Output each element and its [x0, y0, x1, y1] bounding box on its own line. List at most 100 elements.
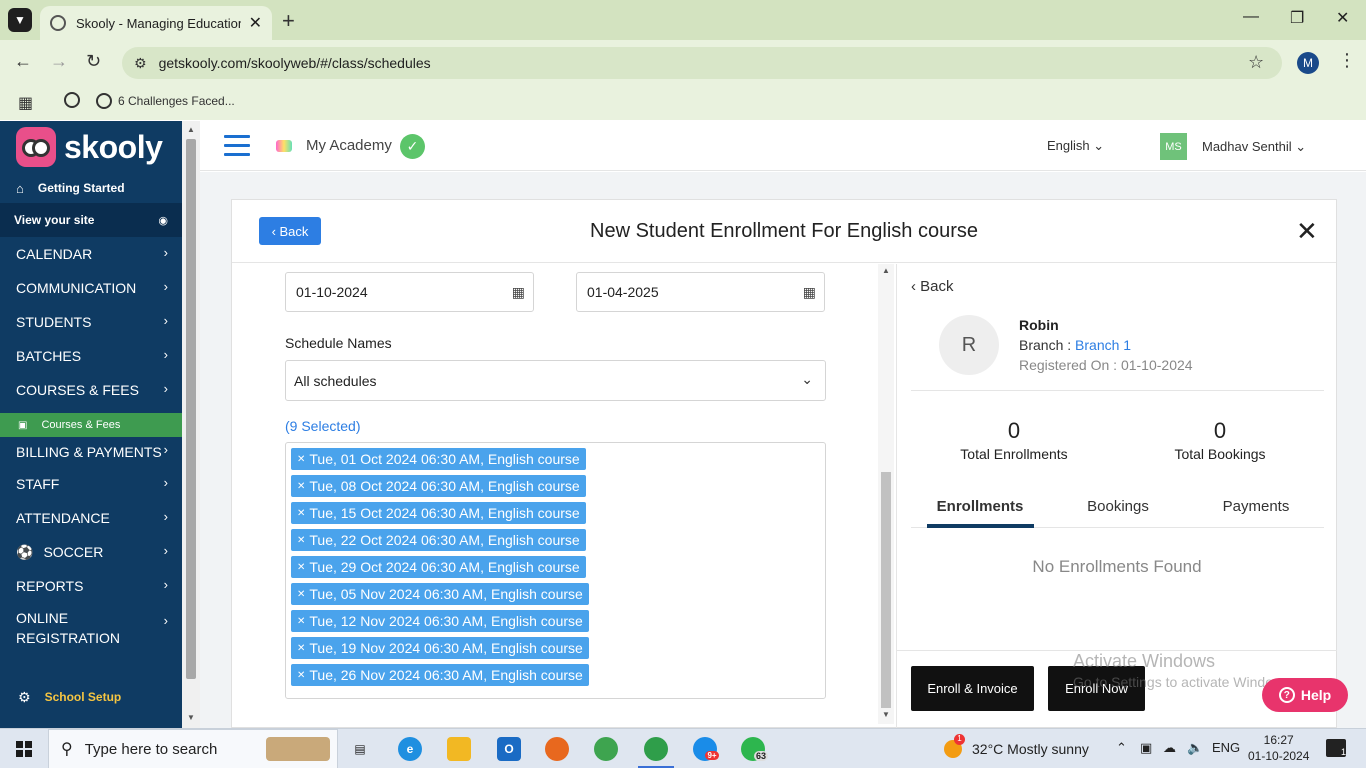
remove-chip-icon[interactable]: ✕	[297, 454, 305, 465]
chrome-icon[interactable]	[594, 737, 618, 761]
browser-tab[interactable]: Skooly - Managing Educational ✕	[40, 6, 272, 40]
apps-grid-icon[interactable]: ▦	[18, 93, 33, 113]
schedule-chip[interactable]: ✕ Tue, 29 Oct 2024 06:30 AM, English cour…	[291, 556, 586, 578]
remove-chip-icon[interactable]: ✕	[297, 481, 305, 492]
schedule-chip[interactable]: ✕ Tue, 08 Oct 2024 06:30 AM, English cour…	[291, 475, 586, 497]
skype-icon[interactable]: 9+	[693, 737, 719, 761]
close-window-icon[interactable]: ✕	[1336, 8, 1349, 28]
skooly-logo[interactable]: skooly	[0, 121, 182, 173]
minimize-icon[interactable]: —	[1243, 8, 1259, 26]
edge-icon[interactable]: e	[398, 737, 422, 761]
sidebar-item-view-site[interactable]: View your site ◉	[0, 203, 182, 237]
sidebar-subitem-courses-fees[interactable]: ▣ Courses & Fees	[0, 413, 182, 437]
chevron-up-icon[interactable]: ⌃	[1116, 740, 1127, 756]
help-button[interactable]: ? Help	[1262, 678, 1348, 712]
sidebar-item-getting-started[interactable]: ⌂ Getting Started	[0, 173, 182, 203]
volume-icon[interactable]: 🔈	[1187, 740, 1203, 756]
forward-arrow-icon[interactable]: →	[50, 51, 68, 72]
remove-chip-icon[interactable]: ✕	[297, 535, 305, 546]
schedule-chip[interactable]: ✕ Tue, 01 Oct 2024 06:30 AM, English cour…	[291, 448, 586, 470]
taskbar-clock[interactable]: 16:27 01-10-2024	[1248, 732, 1309, 764]
scrollbar-thumb[interactable]	[881, 472, 891, 708]
enroll-invoice-button[interactable]: Enroll & Invoice	[911, 666, 1034, 711]
restore-icon[interactable]: ❐	[1290, 8, 1304, 28]
new-tab-icon[interactable]: +	[282, 8, 295, 34]
chrome-profile-icon[interactable]	[644, 737, 668, 761]
site-info-icon[interactable]: ⚙	[134, 55, 147, 72]
remove-chip-icon[interactable]: ✕	[297, 670, 305, 681]
bookmark-item[interactable]: 6 Challenges Faced...	[96, 93, 235, 109]
bookmark-star-icon[interactable]: ☆	[1248, 52, 1264, 73]
device-icon[interactable]: ▣	[1140, 740, 1152, 756]
scroll-up-icon[interactable]: ▲	[187, 125, 195, 134]
back-arrow-icon[interactable]: ←	[14, 51, 32, 72]
remove-chip-icon[interactable]: ✕	[297, 589, 305, 600]
sidebar-item-calendar[interactable]: CALENDAR ›	[0, 237, 182, 271]
tab-payments[interactable]: Payments	[1187, 498, 1325, 515]
task-view-icon[interactable]: ▤	[348, 737, 372, 761]
academy-name[interactable]: My Academy	[306, 137, 392, 154]
reload-icon[interactable]: ↻	[86, 51, 101, 72]
schedule-chip[interactable]: ✕ Tue, 19 Nov 2024 06:30 AM, English cour…	[291, 637, 589, 659]
calendar-icon[interactable]: ▦	[512, 284, 525, 301]
branch-link[interactable]: Branch 1	[1075, 337, 1131, 353]
sidebar-item-label: COURSES & FEES	[16, 382, 139, 398]
scroll-down-icon[interactable]: ▼	[187, 713, 195, 722]
sidebar-scrollbar[interactable]: ▲ ▼	[182, 121, 200, 728]
user-avatar[interactable]: MS	[1160, 133, 1187, 160]
browser-menu-icon[interactable]: ⋮	[1338, 50, 1356, 71]
cloud-icon[interactable]: ☁	[1163, 740, 1176, 756]
sidebar-item-reports[interactable]: REPORTS ›	[0, 569, 182, 603]
url-field[interactable]: ⚙ getskooly.com/skoolyweb/#/class/schedu…	[122, 47, 1282, 79]
selected-schedules-box[interactable]: ✕ Tue, 01 Oct 2024 06:30 AM, English cour…	[285, 442, 826, 699]
globe-icon[interactable]	[64, 92, 80, 108]
student-back-label: Back	[920, 278, 954, 295]
tab-close-icon[interactable]: ✕	[249, 13, 262, 33]
start-date-field[interactable]: 01-10-2024 ▦	[285, 272, 534, 312]
hamburger-menu-icon[interactable]	[224, 135, 250, 157]
remove-chip-icon[interactable]: ✕	[297, 508, 305, 519]
form-scrollbar[interactable]: ▲ ▼	[878, 264, 894, 724]
schedule-chip[interactable]: ✕ Tue, 26 Nov 2024 06:30 AM, English cour…	[291, 664, 589, 686]
whatsapp-icon[interactable]: 63	[741, 737, 769, 761]
sidebar-item-batches[interactable]: BATCHES ›	[0, 339, 182, 373]
sidebar-item-attendance[interactable]: ATTENDANCE ›	[0, 501, 182, 535]
sidebar-item-soccer[interactable]: ⚽ SOCCER ›	[0, 535, 182, 569]
input-language[interactable]: ENG	[1212, 740, 1240, 755]
notification-icon[interactable]: 1	[1326, 739, 1346, 757]
scrollbar-thumb[interactable]	[186, 139, 196, 679]
schedule-chip[interactable]: ✕ Tue, 05 Nov 2024 06:30 AM, English cour…	[291, 583, 589, 605]
firefox-icon[interactable]	[545, 737, 569, 761]
remove-chip-icon[interactable]: ✕	[297, 562, 305, 573]
sidebar-item-billing[interactable]: BILLING & PAYMENTS ›	[0, 437, 182, 467]
weather-widget[interactable]: 1 32°C Mostly sunny	[944, 734, 1089, 758]
student-back-link[interactable]: ‹ Back	[911, 278, 954, 295]
scroll-up-icon[interactable]: ▲	[882, 266, 890, 275]
sidebar-item-courses-fees[interactable]: COURSES & FEES ›	[0, 373, 182, 407]
tab-bookings[interactable]: Bookings	[1049, 498, 1187, 515]
profile-avatar[interactable]: M	[1297, 52, 1319, 74]
language-selector[interactable]: English ⌄	[1047, 138, 1104, 154]
tab-search-icon[interactable]: ▼	[8, 8, 32, 32]
end-date-field[interactable]: 01-04-2025 ▦	[576, 272, 825, 312]
sidebar-item-communication[interactable]: COMMUNICATION ›	[0, 271, 182, 305]
user-menu[interactable]: Madhav Senthil ⌄	[1202, 139, 1306, 155]
remove-chip-icon[interactable]: ✕	[297, 643, 305, 654]
remove-chip-icon[interactable]: ✕	[297, 616, 305, 627]
close-icon[interactable]: ✕	[1296, 216, 1318, 247]
schedule-names-select[interactable]: All schedules ⌄	[285, 360, 826, 401]
sidebar-item-staff[interactable]: STAFF ›	[0, 467, 182, 501]
search-highlight-icon[interactable]	[266, 737, 330, 761]
schedule-chip[interactable]: ✕ Tue, 22 Oct 2024 06:30 AM, English cour…	[291, 529, 586, 551]
sidebar-item-online-registration[interactable]: ONLINE REGISTRATION ›	[0, 603, 182, 653]
outlook-icon[interactable]: O	[497, 737, 521, 761]
schedule-chip[interactable]: ✕ Tue, 12 Nov 2024 06:30 AM, English cour…	[291, 610, 589, 632]
calendar-icon[interactable]: ▦	[803, 284, 816, 301]
scroll-down-icon[interactable]: ▼	[882, 710, 890, 719]
schedule-chip[interactable]: ✕ Tue, 15 Oct 2024 06:30 AM, English cour…	[291, 502, 586, 524]
windows-start-icon[interactable]	[16, 741, 32, 757]
sidebar-item-school-setup[interactable]: ⚙ School Setup	[0, 683, 182, 711]
tab-enrollments[interactable]: Enrollments	[911, 498, 1049, 515]
sidebar-item-students[interactable]: STUDENTS ›	[0, 305, 182, 339]
file-explorer-icon[interactable]	[447, 737, 471, 761]
